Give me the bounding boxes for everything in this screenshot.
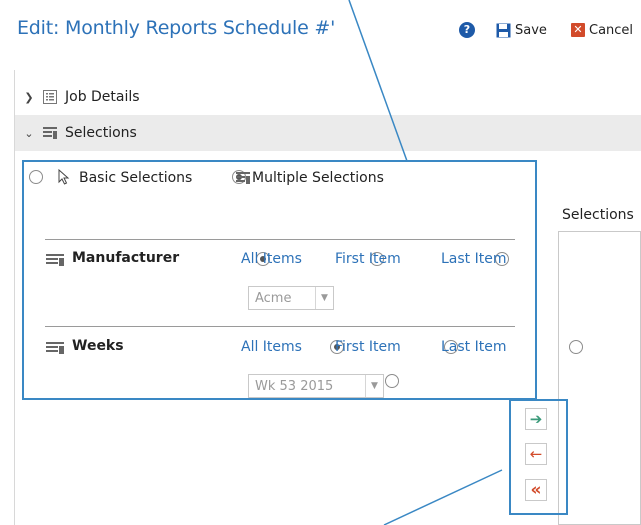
callout-lines xyxy=(348,0,503,525)
